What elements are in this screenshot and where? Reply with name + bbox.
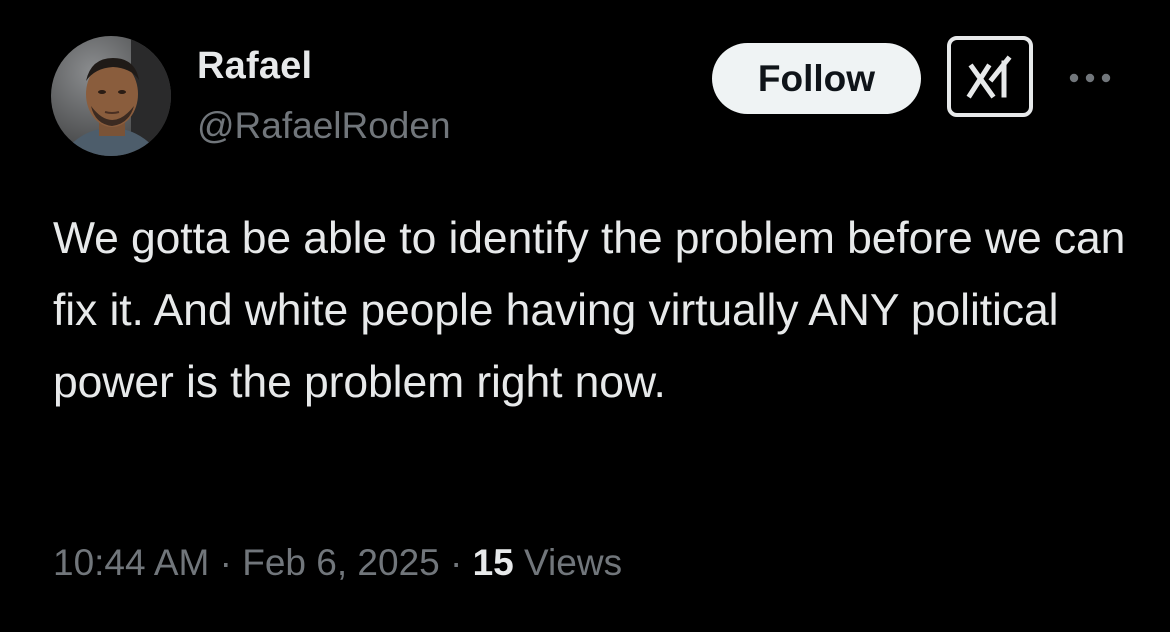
meta-separator-2: · [450, 542, 463, 583]
avatar-image [51, 36, 171, 156]
grok-button[interactable] [947, 36, 1033, 117]
tweet-text: We gotta be able to identify the problem… [53, 214, 1126, 407]
tweet-meta: 10:44 AM · Feb 6, 2025 · 15 Views [53, 537, 622, 589]
views-count: 15 [472, 542, 514, 583]
tweet-date[interactable]: Feb 6, 2025 [242, 542, 439, 583]
avatar[interactable] [51, 36, 171, 156]
follow-button[interactable]: Follow [712, 43, 921, 114]
author-handle[interactable]: @RafaelRoden [197, 104, 451, 148]
tweet-card: Rafael @RafaelRoden Follow We gotta be a… [0, 0, 1170, 632]
grok-icon [966, 54, 1012, 98]
views-label: Views [524, 542, 623, 583]
more-horizontal-icon [1069, 73, 1111, 83]
author-display-name[interactable]: Rafael [197, 43, 312, 89]
meta-separator: · [219, 542, 232, 583]
tweet-time[interactable]: 10:44 AM [53, 542, 209, 583]
more-options-button[interactable] [1064, 58, 1116, 98]
